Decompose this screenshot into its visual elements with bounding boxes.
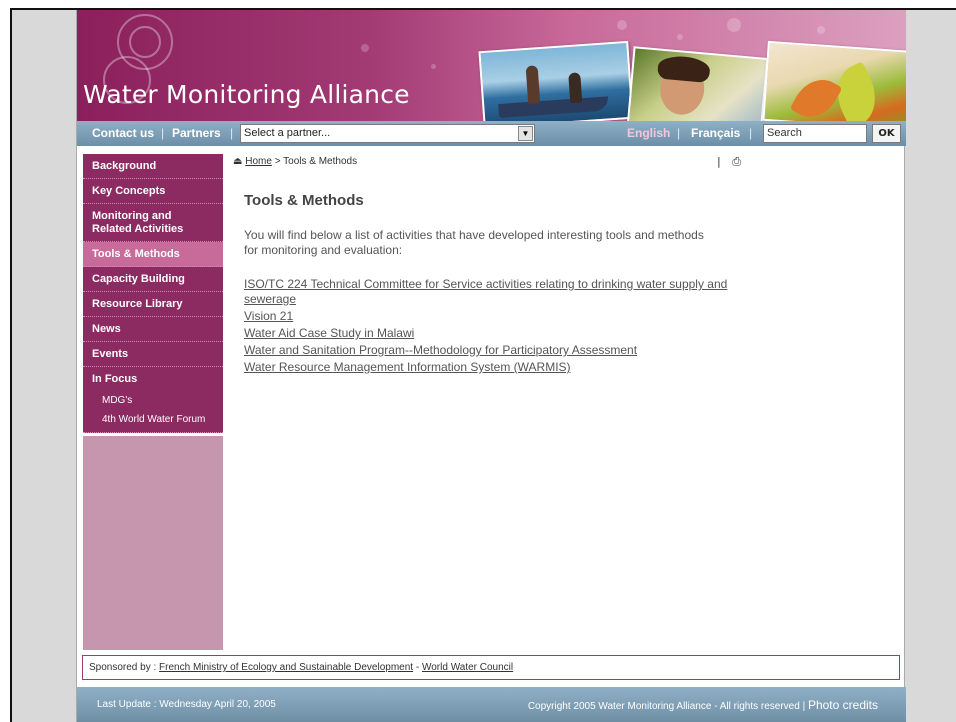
bubble-decoration <box>617 20 627 30</box>
sidebar-item-key-concepts[interactable]: Key Concepts <box>83 179 223 204</box>
link-water-aid-malawi[interactable]: Water Aid Case Study in Malawi <box>244 326 734 341</box>
boat-hull <box>498 96 609 119</box>
sidebar-item-resource-library[interactable]: Resource Library <box>83 292 223 317</box>
bubble-decoration <box>431 64 436 69</box>
intro-text: You will find below a list of activities… <box>244 228 704 257</box>
search-input[interactable]: Search <box>763 124 867 143</box>
sponsor-link-french-ministry[interactable]: French Ministry of Ecology and Sustainab… <box>159 662 413 673</box>
print-area: | ⎙ <box>717 155 741 169</box>
photo-credits-link[interactable]: Photo credits <box>808 698 878 712</box>
home-icon[interactable]: ⏏ <box>233 156 242 167</box>
bubble-decoration <box>361 44 369 52</box>
leaf-shape <box>789 70 843 121</box>
bubble-decoration <box>677 34 683 40</box>
sponsor-dash: - <box>415 662 420 673</box>
boat-photo <box>478 40 634 121</box>
lang-english-link[interactable]: English <box>627 126 670 140</box>
sponsor-prefix: Sponsored by : <box>89 662 157 673</box>
child-drinking-photo <box>626 46 769 121</box>
sidebar-item-capacity-building[interactable]: Capacity Building <box>83 267 223 292</box>
page: Water Monitoring Alliance Contact us | P… <box>76 10 906 722</box>
sidebar-item-monitoring[interactable]: Monitoring and Related Activities <box>83 204 223 242</box>
nav-separator: | <box>161 126 165 140</box>
partner-select[interactable]: Select a partner... ▼ <box>240 124 535 143</box>
sidebar-panel <box>83 436 223 650</box>
child-hair <box>656 54 711 83</box>
leaves-photo <box>762 40 906 121</box>
link-wsp-methodology[interactable]: Water and Sanitation Program--Methodolog… <box>244 343 734 358</box>
link-iso-tc224[interactable]: ISO/TC 224 Technical Committee for Servi… <box>244 277 734 307</box>
sidebar-item-events[interactable]: Events <box>83 342 223 367</box>
breadcrumb-home-link[interactable]: Home <box>245 156 272 167</box>
breadcrumb: ⏏ Home > Tools & Methods <box>233 156 357 167</box>
banner: Water Monitoring Alliance <box>77 10 906 121</box>
nav-separator: | <box>749 126 753 140</box>
resource-link-list: ISO/TC 224 Technical Committee for Servi… <box>244 277 734 377</box>
copyright-text: Copyright 2005 Water Monitoring Alliance… <box>528 698 878 712</box>
sidebar-item-in-focus[interactable]: In Focus <box>83 367 223 391</box>
sponsor-link-world-water-council[interactable]: World Water Council <box>422 662 513 673</box>
footer: Last Update : Wednesday April 20, 2005 C… <box>77 687 906 722</box>
sidebar-nav: Background Key Concepts Monitoring and R… <box>83 154 223 433</box>
nav-separator: | <box>677 126 681 140</box>
link-warmis[interactable]: Water Resource Management Information Sy… <box>244 360 734 375</box>
lang-french-link[interactable]: Français <box>691 126 740 140</box>
sidebar-subitem-mdgs[interactable]: MDG's <box>83 391 223 410</box>
ring-decoration <box>129 26 161 58</box>
page-title: Tools & Methods <box>244 192 364 209</box>
dropdown-arrow-icon[interactable]: ▼ <box>518 126 533 141</box>
copyright-label: Copyright 2005 Water Monitoring Alliance… <box>527 701 806 712</box>
partners-link[interactable]: Partners <box>172 126 221 140</box>
last-update-text: Last Update : Wednesday April 20, 2005 <box>97 699 276 710</box>
sidebar-subitem-world-water-forum[interactable]: 4th World Water Forum <box>83 410 223 433</box>
print-separator: | <box>717 155 721 168</box>
partner-select-value: Select a partner... <box>244 127 331 139</box>
search-ok-button[interactable]: OK <box>872 124 901 143</box>
person-figure <box>525 65 541 104</box>
bubble-decoration <box>727 18 741 32</box>
sidebar-item-background[interactable]: Background <box>83 154 223 179</box>
link-vision-21[interactable]: Vision 21 <box>244 309 734 324</box>
breadcrumb-current: > Tools & Methods <box>274 156 358 167</box>
contact-us-link[interactable]: Contact us <box>92 126 154 140</box>
sidebar-item-news[interactable]: News <box>83 317 223 342</box>
nav-separator: | <box>230 126 234 140</box>
site-title: Water Monitoring Alliance <box>83 80 410 109</box>
person-figure <box>568 72 583 104</box>
top-nav-bar: Contact us | Partners | Select a partner… <box>77 121 906 146</box>
sidebar-item-tools-methods[interactable]: Tools & Methods <box>83 242 223 267</box>
printer-icon[interactable]: ⎙ <box>732 155 741 168</box>
sponsor-box: Sponsored by : French Ministry of Ecolog… <box>82 655 900 680</box>
bubble-decoration <box>817 26 825 34</box>
